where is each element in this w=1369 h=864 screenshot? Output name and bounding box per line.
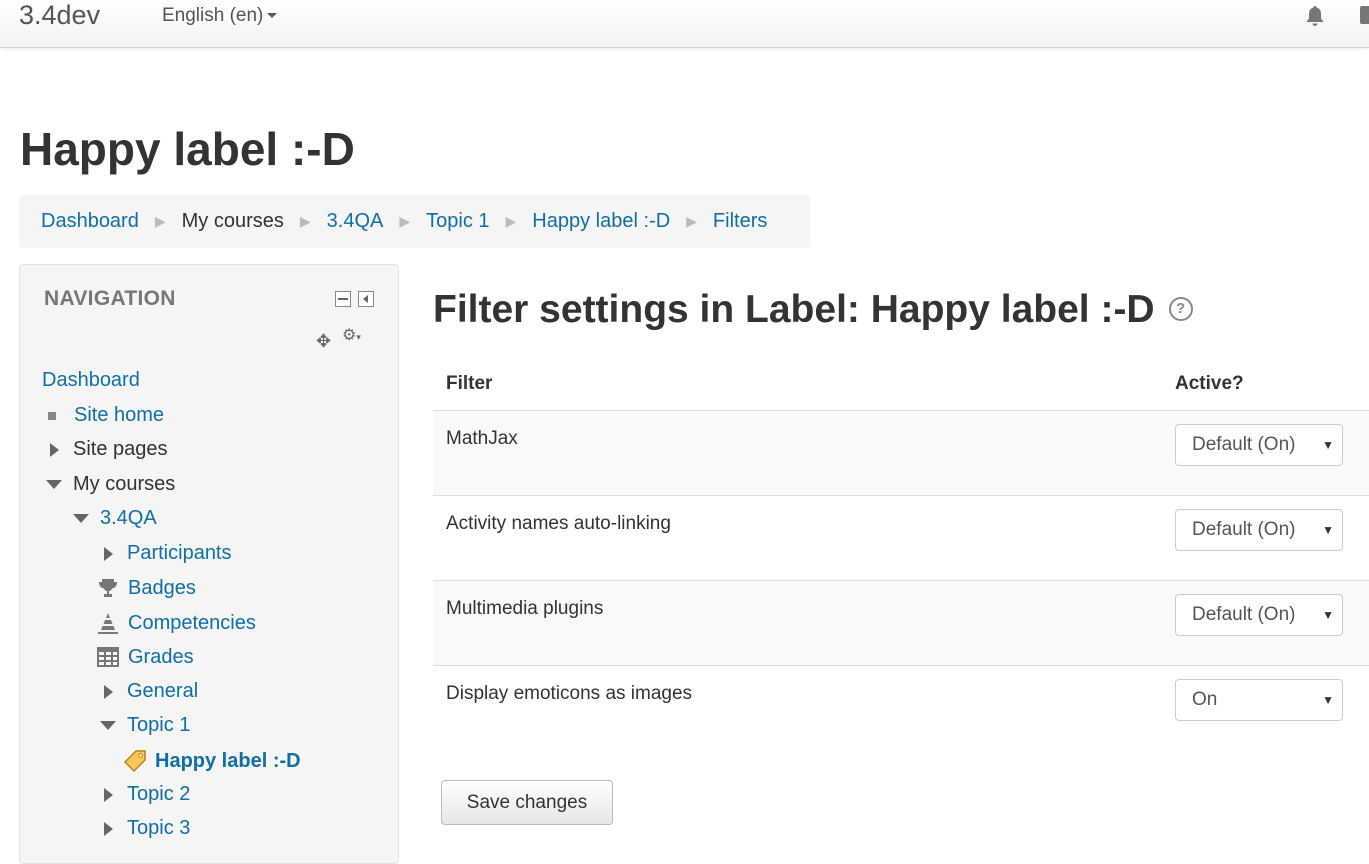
breadcrumb-separator-icon: ▶ (154, 213, 166, 229)
expand-arrow-icon (104, 821, 113, 836)
filter-active-select[interactable]: Default (On) ▼ (1175, 509, 1343, 551)
nav-item-topic-1[interactable]: Topic 1 (100, 714, 190, 737)
expand-arrow-icon (50, 442, 59, 457)
chevron-down-icon (267, 13, 278, 19)
nav-item-label: Site pages (73, 438, 168, 460)
table-row: MathJax Default (On) ▼ (433, 410, 1369, 495)
nav-item-competencies[interactable]: Competencies (96, 611, 256, 635)
save-changes-button[interactable]: Save changes (441, 780, 613, 825)
message-icon[interactable] (1360, 6, 1369, 24)
select-value: Default (On) (1192, 519, 1296, 540)
help-icon[interactable]: ? (1168, 296, 1193, 321)
table-icon (97, 647, 119, 667)
nav-item-site-home[interactable]: Site home (42, 404, 164, 427)
nav-item-label: Dashboard (42, 369, 140, 391)
breadcrumb-separator-icon: ▶ (686, 213, 697, 229)
filter-settings-title-text: Filter settings in Label: Happy label :-… (433, 288, 1155, 331)
expand-arrow-icon (104, 787, 113, 802)
nav-item-label: 3.4QA (100, 507, 157, 529)
filter-name: Activity names auto-linking (446, 513, 671, 534)
bullet-icon (48, 411, 56, 420)
nav-item-course[interactable]: 3.4QA (73, 507, 157, 530)
nav-item-label: Happy label :-D (155, 749, 301, 772)
nav-item-happy-label[interactable]: Happy label :-D (123, 749, 301, 773)
filter-name: MathJax (446, 428, 518, 449)
breadcrumb-my-courses: My courses (181, 210, 284, 232)
nav-item-general[interactable]: General (104, 680, 198, 703)
breadcrumb-separator-icon: ▶ (399, 213, 411, 229)
filter-active-select[interactable]: Default (On) ▼ (1175, 594, 1343, 636)
nav-item-badges[interactable]: Badges (96, 576, 196, 600)
breadcrumb-separator-icon: ▶ (505, 213, 517, 229)
nav-item-label: Site home (74, 404, 165, 426)
nav-item-grades[interactable]: Grades (96, 645, 194, 669)
nav-item-label: General (127, 680, 199, 702)
notification-bell-icon[interactable] (1303, 4, 1327, 28)
nav-item-site-pages[interactable]: Site pages (50, 438, 168, 461)
language-label: English (en) (162, 5, 264, 26)
breadcrumb: Dashboard ▶ My courses ▶ 3.4QA ▶ Topic 1… (19, 195, 810, 248)
breadcrumb-filters[interactable]: Filters (713, 210, 767, 233)
table-row: Multimedia plugins Default (On) ▼ (433, 580, 1369, 665)
chevron-down-icon: ▼ (1322, 523, 1334, 537)
breadcrumb-course[interactable]: 3.4QA (327, 210, 384, 233)
nav-item-label: Grades (128, 645, 194, 668)
breadcrumb-dashboard[interactable]: Dashboard (41, 210, 139, 233)
nav-item-topic-2[interactable]: Topic 2 (104, 783, 190, 806)
competencies-icon (98, 613, 118, 634)
select-value: Default (On) (1192, 434, 1296, 455)
filter-name: Multimedia plugins (446, 598, 604, 619)
nav-item-label: Topic 1 (127, 714, 191, 736)
nav-item-label: Topic 3 (127, 817, 191, 839)
nav-item-dashboard[interactable]: Dashboard (42, 369, 140, 392)
breadcrumb-separator-icon: ▶ (299, 213, 311, 229)
move-icon[interactable]: ✥ (316, 331, 331, 352)
breadcrumb-topic[interactable]: Topic 1 (426, 210, 489, 233)
collapse-arrow-icon (46, 480, 62, 489)
table-row: Activity names auto-linking Default (On)… (433, 495, 1369, 580)
dock-block-icon[interactable] (358, 291, 374, 307)
page-header: Happy label :-D (20, 123, 355, 175)
select-value: On (1192, 689, 1218, 710)
language-menu[interactable]: English (en) (162, 5, 278, 27)
chevron-down-icon: ▼ (1322, 608, 1334, 622)
gear-icon[interactable]: ⚙▾ (342, 325, 361, 345)
collapse-arrow-icon (100, 721, 116, 730)
top-navbar: 3.4dev English (en) (0, 0, 1369, 48)
chevron-down-icon: ▼ (1322, 693, 1334, 707)
expand-arrow-icon (104, 546, 113, 561)
expand-arrow-icon (104, 684, 113, 699)
chevron-down-icon: ▼ (1322, 438, 1334, 452)
label-tag-icon (123, 750, 146, 773)
nav-item-label: Participants (127, 542, 232, 564)
nav-item-my-courses[interactable]: My courses (46, 473, 175, 496)
nav-item-participants[interactable]: Participants (104, 542, 232, 565)
select-value: Default (On) (1192, 604, 1296, 625)
navigation-block: NAVIGATION ✥ ⚙▾ Dashboard Site home Site… (19, 264, 399, 864)
column-header-filter: Filter (446, 373, 493, 394)
table-row: Display emoticons as images On ▼ (433, 665, 1369, 750)
column-header-active: Active? (1175, 373, 1244, 394)
nav-item-topic-3[interactable]: Topic 3 (104, 817, 190, 840)
nav-item-label: Topic 2 (127, 783, 191, 805)
nav-item-label: My courses (73, 473, 176, 495)
trophy-icon (99, 579, 117, 597)
navigation-title: NAVIGATION (44, 287, 176, 310)
minimize-block-icon[interactable] (335, 291, 351, 307)
nav-item-label: Badges (128, 576, 196, 599)
filter-settings-title: Filter settings in Label: Happy label :-… (433, 288, 1193, 332)
breadcrumb-activity[interactable]: Happy label :-D (532, 210, 670, 233)
nav-item-label: Competencies (128, 611, 256, 634)
filter-active-select[interactable]: Default (On) ▼ (1175, 424, 1343, 466)
collapse-arrow-icon (73, 514, 89, 523)
filter-active-select[interactable]: On ▼ (1175, 679, 1343, 721)
filter-name: Display emoticons as images (446, 683, 693, 704)
site-brand[interactable]: 3.4dev (19, 0, 100, 30)
